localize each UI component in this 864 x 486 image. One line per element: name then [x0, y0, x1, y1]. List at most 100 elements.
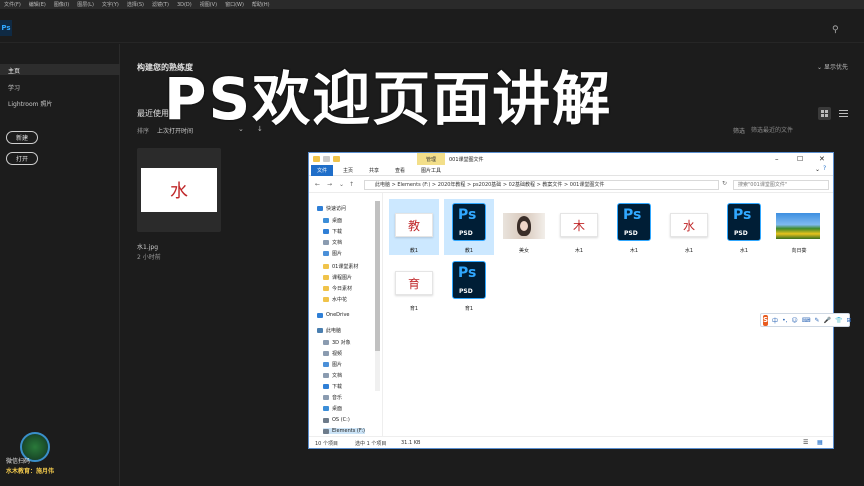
- large-icons-view-icon[interactable]: ▦: [817, 439, 823, 446]
- doc-icon: [323, 373, 329, 378]
- nav-item[interactable]: 01课堂素材: [323, 263, 358, 270]
- chevron-down-icon[interactable]: ⌄: [339, 181, 344, 188]
- nav-item-label: 图片: [332, 362, 343, 368]
- ime-tool-icon[interactable]: ✎: [814, 317, 819, 324]
- nav-item[interactable]: OneDrive: [317, 312, 350, 318]
- ime-mode[interactable]: 中: [772, 316, 778, 325]
- nav-item[interactable]: 桌面: [323, 217, 342, 224]
- menu-item[interactable]: 编辑(E): [29, 1, 46, 8]
- up-icon[interactable]: ↑: [349, 181, 354, 188]
- nav-item[interactable]: 课程图片: [323, 274, 352, 281]
- details-view-icon[interactable]: ☰: [803, 439, 808, 446]
- nav-item[interactable]: 下载: [323, 383, 342, 390]
- recent-file-name: 水1.jpg: [137, 244, 159, 251]
- nav-item[interactable]: 视频: [323, 350, 342, 357]
- menu-item[interactable]: 图像(I): [54, 1, 69, 8]
- open-button[interactable]: 打开: [6, 152, 38, 165]
- back-icon[interactable]: ←: [315, 181, 320, 188]
- ime-tool-icon[interactable]: ⌨: [802, 317, 811, 324]
- brand-name: 水木教育：施月伟: [6, 468, 55, 475]
- nav-scrollbar[interactable]: [375, 201, 380, 391]
- menu-item[interactable]: 滤镜(T): [152, 1, 169, 8]
- file-item[interactable]: Ps PSD 教1: [444, 199, 494, 255]
- psd-file-icon: Ps PSD: [617, 203, 651, 241]
- menu-item[interactable]: 视图(V): [200, 1, 217, 8]
- tab-view[interactable]: 查看: [389, 165, 411, 176]
- help-icon[interactable]: ?: [823, 165, 826, 172]
- menu-item[interactable]: 文件(F): [4, 1, 21, 8]
- nav-item[interactable]: 桌面: [323, 405, 342, 412]
- recent-file-thumbnail[interactable]: 水: [137, 148, 221, 232]
- nav-item[interactable]: 图片: [323, 361, 342, 368]
- doc-icon: [323, 351, 329, 356]
- grid-view-icon[interactable]: [818, 107, 831, 120]
- menu-item[interactable]: 文字(Y): [102, 1, 119, 8]
- ime-tool-icon[interactable]: 🎤: [823, 317, 830, 324]
- menu-item[interactable]: 帮助(H): [252, 1, 270, 8]
- new-button[interactable]: 新建: [6, 131, 38, 144]
- nav-item-label: 文档: [332, 373, 343, 379]
- file-item[interactable]: Ps PSD 育1: [444, 257, 494, 313]
- menu-item[interactable]: 3D(D): [177, 2, 192, 8]
- drive-icon: [323, 417, 329, 423]
- filter-input[interactable]: 筛选最近的文件: [751, 125, 793, 134]
- ime-tool-icon[interactable]: •,: [782, 317, 787, 324]
- nav-item[interactable]: 水中花: [323, 296, 347, 303]
- list-view-icon[interactable]: [837, 107, 850, 120]
- maximize-icon[interactable]: ☐: [797, 155, 803, 163]
- file-item[interactable]: 美女: [499, 199, 549, 255]
- ime-tool-icon[interactable]: ☺: [792, 317, 798, 324]
- nav-item[interactable]: 下载: [323, 228, 342, 235]
- search-input[interactable]: 搜索"001课堂图文件": [733, 180, 829, 190]
- left-panel: 主页 学习 Lightroom 照片 新建 打开 微信扫码 水木教育：施月伟: [0, 44, 120, 486]
- file-item[interactable]: 水水1: [664, 199, 714, 255]
- nav-item[interactable]: 图片: [323, 250, 342, 257]
- nav-item[interactable]: 此电脑: [317, 327, 341, 334]
- manage-tab[interactable]: 管理: [417, 153, 445, 165]
- collapse-toggle[interactable]: ⌄ 显示优先: [817, 62, 848, 71]
- nav-item[interactable]: Elements (F:): [323, 428, 365, 434]
- file-item[interactable]: 教教1: [389, 199, 439, 255]
- tab-file[interactable]: 文件: [311, 165, 333, 176]
- nav-item[interactable]: 快速访问: [317, 205, 346, 212]
- minimize-icon[interactable]: –: [775, 155, 779, 163]
- menu-item[interactable]: 选择(S): [127, 1, 144, 8]
- nav-home[interactable]: 主页: [8, 66, 20, 75]
- chevron-down-icon[interactable]: ⌄: [815, 166, 820, 173]
- nav-item[interactable]: 3D 对象: [323, 339, 351, 346]
- pic-icon: [323, 251, 329, 256]
- nav-item[interactable]: 文档: [323, 239, 342, 246]
- tab-share[interactable]: 共享: [363, 165, 385, 176]
- tab-home[interactable]: 主页: [337, 165, 359, 176]
- refresh-icon[interactable]: ↻: [722, 180, 727, 187]
- file-item[interactable]: 木木1: [554, 199, 604, 255]
- nav-lightroom[interactable]: Lightroom 照片: [8, 99, 52, 108]
- nav-item[interactable]: 音乐: [323, 394, 342, 401]
- file-item[interactable]: Ps PSD 木1: [609, 199, 659, 255]
- menu-item[interactable]: 图层(L): [77, 1, 94, 8]
- nav-item[interactable]: 今日素材: [323, 285, 352, 292]
- file-item[interactable]: 育育1: [389, 257, 439, 313]
- doc-icon: [323, 395, 329, 400]
- nav-item-label: 下载: [332, 384, 343, 390]
- ime-tool-icon[interactable]: 👕: [835, 317, 842, 324]
- tab-picture-tools[interactable]: 图片工具: [417, 165, 445, 176]
- search-icon[interactable]: ⚲: [832, 25, 842, 35]
- brand-caption: 微信扫码: [6, 458, 31, 465]
- file-item[interactable]: 向日葵: [774, 199, 824, 255]
- forward-icon[interactable]: →: [327, 181, 332, 188]
- menu-item[interactable]: 窗口(W): [225, 1, 244, 8]
- sort-label: 排序: [137, 128, 150, 135]
- address-bar[interactable]: 此电脑 > Elements (F:) > 2020年教程 > ps2020基础…: [364, 180, 719, 190]
- file-item[interactable]: Ps PSD 水1: [719, 199, 769, 255]
- ime-tool-icon[interactable]: ⊞: [846, 317, 851, 324]
- sogou-logo-icon[interactable]: S: [763, 314, 769, 326]
- nav-item[interactable]: 文档: [323, 372, 342, 379]
- folder-icon: [313, 156, 320, 162]
- new-folder-icon[interactable]: [333, 156, 340, 162]
- nav-item[interactable]: OS (C:): [323, 417, 350, 423]
- scrollbar-thumb[interactable]: [375, 201, 380, 351]
- properties-icon[interactable]: [323, 156, 330, 162]
- close-icon[interactable]: ✕: [819, 155, 825, 163]
- nav-learn[interactable]: 学习: [8, 83, 20, 92]
